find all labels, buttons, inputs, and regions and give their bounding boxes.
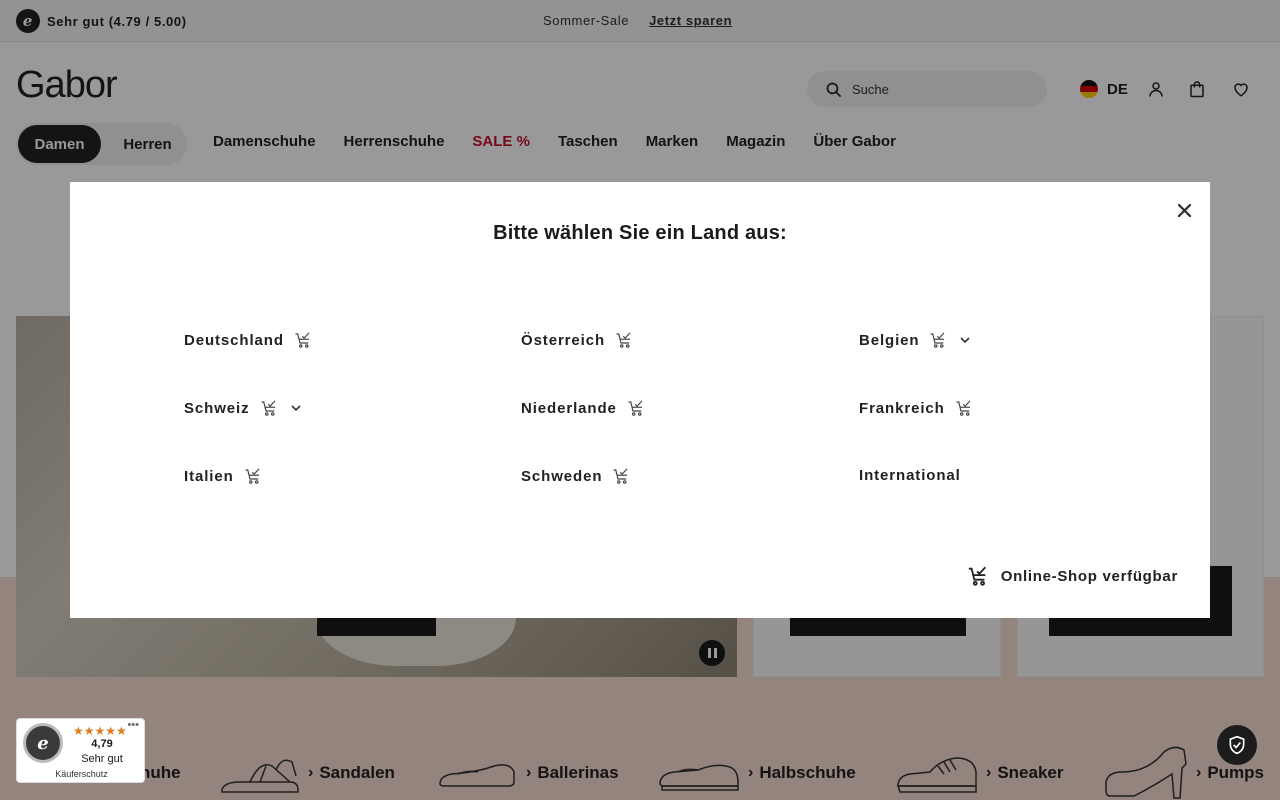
cart-check-icon xyxy=(616,332,631,348)
close-button[interactable] xyxy=(1174,200,1194,220)
cart-check-icon xyxy=(613,468,628,484)
country-niederlande[interactable]: Niederlande xyxy=(521,399,645,417)
more-options-icon[interactable]: ••• xyxy=(127,719,139,731)
country-schweiz[interactable]: Schweiz xyxy=(184,399,302,417)
trusted-footer: Käuferschutz xyxy=(55,769,108,779)
country-label: Italien xyxy=(184,467,234,485)
country-frankreich[interactable]: Frankreich xyxy=(859,399,973,417)
modal-title: Bitte wählen Sie ein Land aus: xyxy=(493,222,787,244)
country-label: Belgien xyxy=(859,331,920,349)
cart-check-icon xyxy=(956,400,971,416)
rating-stars-icon: ★★★★★ xyxy=(73,724,127,738)
country-label: Schweiz xyxy=(184,399,250,417)
privacy-shield-button[interactable] xyxy=(1217,725,1257,765)
trusted-score-label: Sehr gut xyxy=(81,753,123,765)
country-schweden[interactable]: Schweden xyxy=(521,467,630,485)
cart-check-icon xyxy=(245,468,260,484)
country-label: Deutschland xyxy=(184,331,284,349)
country-deutschland[interactable]: Deutschland xyxy=(184,331,312,349)
trusted-score: 4,79 xyxy=(91,738,113,750)
trusted-shops-seal-icon: e xyxy=(23,723,63,763)
close-icon xyxy=(1177,203,1191,217)
cart-check-icon xyxy=(261,400,275,416)
country-label: Frankreich xyxy=(859,399,945,417)
trusted-shops-badge[interactable]: e ★★★★★ ••• 4,79 Sehr gut Käuferschutz xyxy=(16,718,145,783)
shop-legend-text: Online-Shop verfügbar xyxy=(1000,567,1178,585)
country-label: Schweden xyxy=(521,467,603,485)
country-label: International xyxy=(859,467,961,484)
shield-check-icon xyxy=(1229,735,1245,755)
country-oesterreich[interactable]: Österreich xyxy=(521,331,633,349)
cart-check-icon xyxy=(295,332,310,348)
country-belgien[interactable]: Belgien xyxy=(859,331,971,349)
country-international[interactable]: International xyxy=(859,467,961,484)
chevron-down-icon[interactable] xyxy=(290,402,302,414)
cart-check-icon xyxy=(930,332,945,348)
cart-check-icon xyxy=(628,400,643,416)
country-selection-modal: Bitte wählen Sie ein Land aus: Deutschla… xyxy=(70,182,1210,618)
country-italien[interactable]: Italien xyxy=(184,467,262,485)
chevron-down-icon[interactable] xyxy=(959,334,971,346)
country-label: Niederlande xyxy=(521,399,617,417)
country-label: Österreich xyxy=(521,331,606,349)
cart-check-icon xyxy=(968,566,986,586)
shop-legend: Online-Shop verfügbar xyxy=(967,565,1178,587)
